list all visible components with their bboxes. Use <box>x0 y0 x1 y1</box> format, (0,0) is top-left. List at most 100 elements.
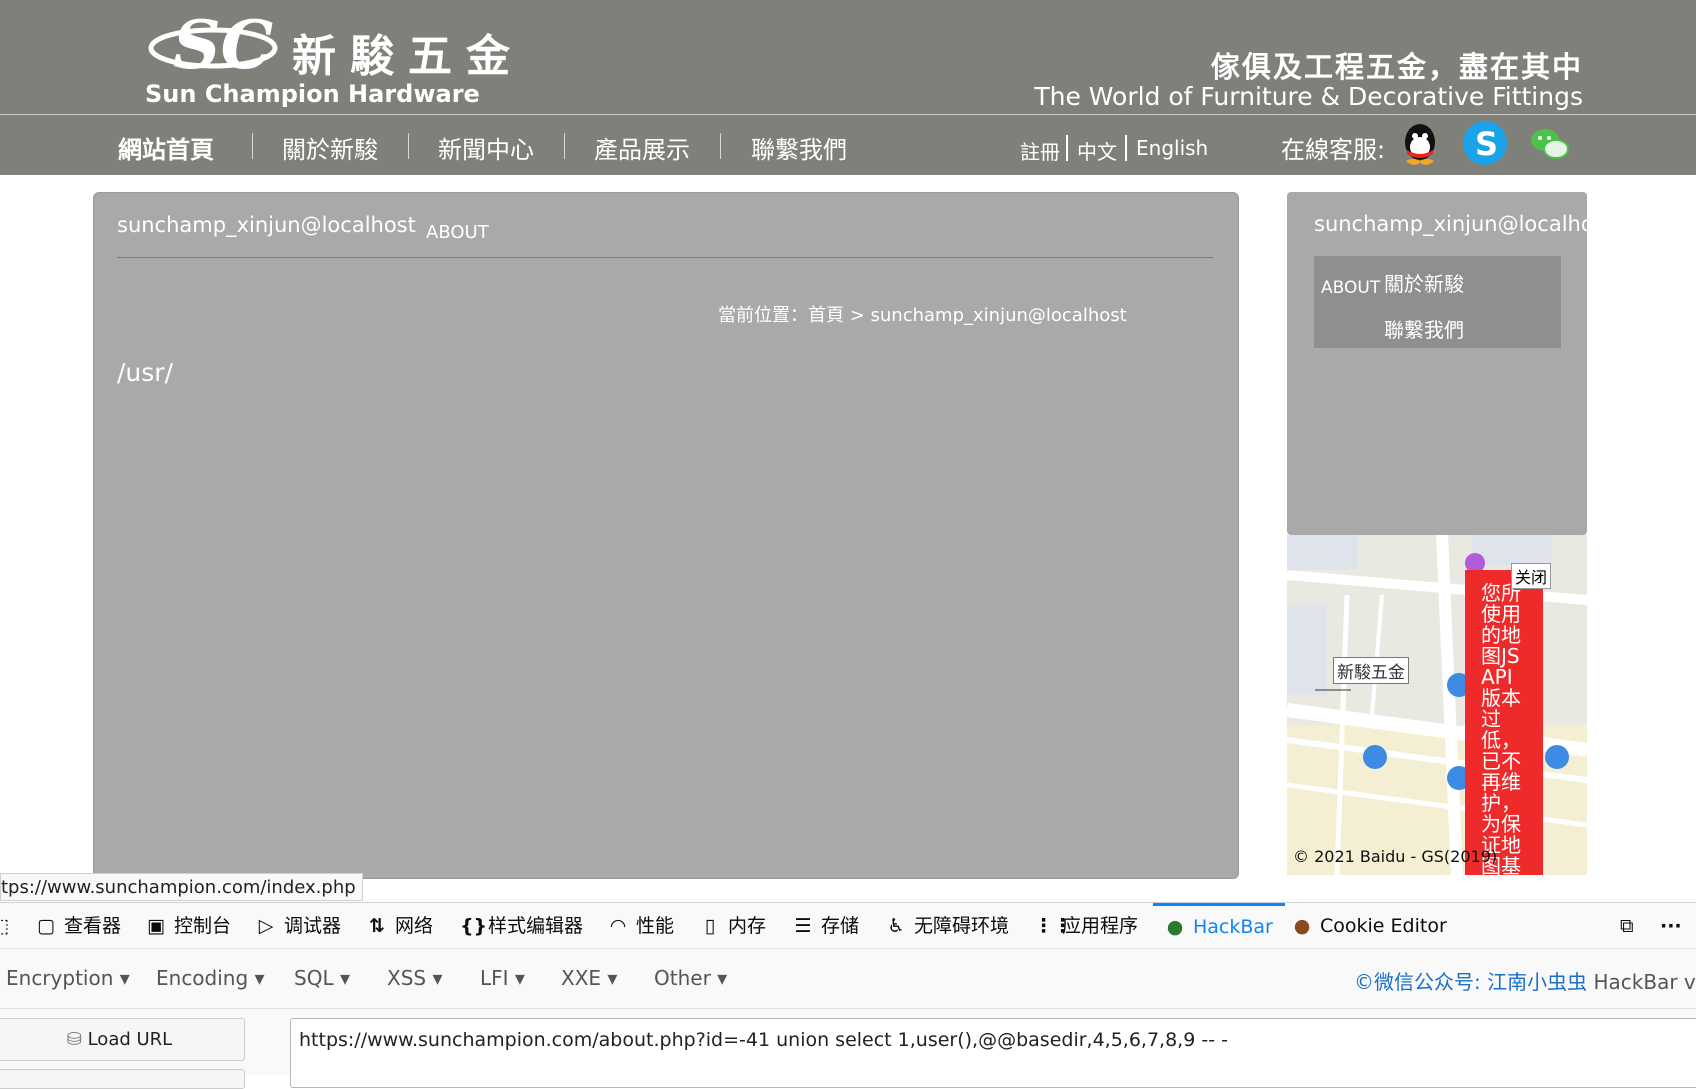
menu-label: XXE <box>561 966 602 990</box>
baidu-map[interactable]: 新駿五金 您所使用的地图JS API版本过低，已不再维护，为保证地图基 关闭 ©… <box>1287 535 1587 875</box>
load-url-icon: ⛁ <box>66 1029 82 1050</box>
nav-news[interactable]: 新聞中心 <box>438 130 534 165</box>
menu-sql[interactable]: SQL ▾ <box>294 966 350 990</box>
tab-inspector[interactable]: ▢ 查看器 <box>36 903 121 949</box>
main-title: sunchamp_xinjun@localhost <box>117 213 416 237</box>
tab-label: 调试器 <box>284 915 342 937</box>
map-warning-close-button[interactable]: 关闭 <box>1511 563 1552 589</box>
nav-products[interactable]: 產品展示 <box>594 130 690 165</box>
more-options-icon[interactable]: ··· <box>1660 903 1682 949</box>
map-marker-label[interactable]: 新駿五金 <box>1333 657 1409 684</box>
status-bar-url: tps://www.sunchampion.com/index.php <box>0 873 363 901</box>
hackbar-icon: ● <box>1166 916 1184 938</box>
hackbar-menu: Encryption ▾ Encoding ▾ SQL ▾ XSS ▾ LFI … <box>0 949 1696 1009</box>
tab-label: HackBar <box>1193 916 1273 938</box>
tab-console[interactable]: ▣ 控制台 <box>146 903 231 949</box>
credit-version: HackBar v <box>1593 970 1696 994</box>
tab-label: 查看器 <box>64 915 122 937</box>
register-link[interactable]: 註冊 <box>1020 136 1060 165</box>
map-copyright: © 2021 Baidu - GS(2019) <box>1293 847 1498 866</box>
wechat-icon[interactable] <box>1527 120 1573 166</box>
slogan-chinese: 傢俱及工程五金，盡在其中 <box>1210 50 1583 84</box>
accessibility-icon: ♿ <box>887 915 905 937</box>
memory-icon: ▯ <box>704 915 716 937</box>
nav-contact[interactable]: 聯繫我們 <box>751 130 847 165</box>
menu-label: SQL <box>294 966 334 990</box>
main-body-text: /usr/ <box>117 358 173 387</box>
menu-label: Encoding <box>156 966 249 990</box>
logo-emblem-icon[interactable]: SC <box>143 2 283 80</box>
breadcrumb[interactable]: 當前位置：首頁 > sunchamp_xinjun@localhost <box>718 301 1127 327</box>
tab-storage[interactable]: ☰ 存储 <box>793 903 859 949</box>
tab-label: Cookie Editor <box>1320 915 1447 937</box>
debugger-icon: ▷ <box>258 915 274 937</box>
tab-memory[interactable]: ▯ 内存 <box>700 903 766 949</box>
element-picker-icon[interactable]: ⬚ <box>0 903 18 949</box>
side-title: sunchamp_xinjun@localhost <box>1314 212 1613 236</box>
tab-label: 应用程序 <box>1062 915 1139 937</box>
qq-icon[interactable] <box>1397 120 1443 166</box>
load-url-button[interactable]: ⛁ Load URL <box>0 1018 245 1061</box>
tab-application[interactable]: ⋮⋮应用程序 <box>1034 903 1138 949</box>
main-about-label: ABOUT <box>426 222 489 243</box>
side-panel: sunchamp_xinjun@localhost ABOUT 關於新駿 聯繫我… <box>1287 192 1613 535</box>
logo-english-name: Sun Champion Hardware <box>145 80 480 108</box>
tab-performance[interactable]: ◠ 性能 <box>608 903 674 949</box>
menu-encryption[interactable]: Encryption ▾ <box>6 966 130 990</box>
menu-label: XSS <box>387 966 427 990</box>
performance-icon: ◠ <box>610 915 626 937</box>
tab-label: 无障碍环境 <box>914 915 1010 937</box>
tab-accessibility[interactable]: ♿ 无障碍环境 <box>886 903 1009 949</box>
lang-separator <box>1066 135 1068 161</box>
nav-about[interactable]: 關於新駿 <box>282 130 378 165</box>
menu-lfi[interactable]: LFI ▾ <box>480 966 525 990</box>
map-warning-banner: 您所使用的地图JS API版本过低，已不再维护，为保证地图基 <box>1465 570 1543 875</box>
application-icon: ⋮⋮ <box>1034 915 1072 937</box>
slogan-english: The World of Furniture & Decorative Fitt… <box>1034 82 1583 111</box>
site-header: SC 新駿五金 Sun Champion Hardware 傢俱及工程五金，盡在… <box>0 0 1696 175</box>
header-divider <box>0 114 1696 115</box>
nav-separator <box>720 133 721 159</box>
load-url-label: Load URL <box>87 1029 173 1050</box>
nav-separator <box>564 133 565 159</box>
tab-debugger[interactable]: ▷ 调试器 <box>256 903 341 949</box>
devtools-toolbar: ⬚ ▢ 查看器 ▣ 控制台 ▷ 调试器 ⇅ 网络 {}样式编辑器 ◠ 性能 ▯ 内存 ☰ 存储… <box>0 903 1696 949</box>
menu-other[interactable]: Other ▾ <box>654 966 727 990</box>
svg-text:S: S <box>1475 125 1498 163</box>
menu-label: LFI <box>480 966 509 990</box>
skype-icon[interactable]: S <box>1462 120 1508 166</box>
nav-separator <box>252 133 253 159</box>
tab-cookie-editor[interactable]: ● Cookie Editor <box>1292 903 1447 949</box>
tab-network[interactable]: ⇅ 网络 <box>367 903 433 949</box>
lang-separator <box>1125 135 1127 161</box>
lang-chinese-link[interactable]: 中文 <box>1077 136 1117 165</box>
svg-text:SC: SC <box>173 6 273 80</box>
side-about-label: ABOUT <box>1321 278 1381 298</box>
menu-xss[interactable]: XSS ▾ <box>387 966 443 990</box>
console-icon: ▣ <box>147 915 165 937</box>
nav-home[interactable]: 網站首頁 <box>118 130 214 165</box>
side-menu: ABOUT 關於新駿 聯繫我們 <box>1314 256 1561 348</box>
tab-style-editor[interactable]: {}样式编辑器 <box>460 903 583 949</box>
menu-label: Other <box>654 966 711 990</box>
side-link-contact[interactable]: 聯繫我們 <box>1384 314 1464 343</box>
split-url-button[interactable] <box>0 1069 245 1089</box>
tab-label: 存储 <box>821 915 860 937</box>
credit-link[interactable]: ©微信公众号: 江南小虫虫 <box>1354 970 1587 994</box>
tab-label: 内存 <box>728 915 767 937</box>
responsive-mode-icon[interactable]: ⧉ <box>1620 903 1634 949</box>
tab-label: 网络 <box>395 915 434 937</box>
tab-label: 样式编辑器 <box>488 915 584 937</box>
hackbar-credit: ©微信公众号: 江南小虫虫 HackBar v <box>1354 966 1696 995</box>
menu-encoding[interactable]: Encoding ▾ <box>156 966 265 990</box>
hackbar-url-input[interactable]: https://www.sunchampion.com/about.php?id… <box>290 1018 1696 1088</box>
tab-hackbar[interactable]: ● HackBar <box>1153 903 1285 949</box>
menu-label: Encryption <box>6 966 114 990</box>
side-link-about[interactable]: 關於新駿 <box>1384 268 1464 297</box>
cookie-icon: ● <box>1293 915 1311 937</box>
network-icon: ⇅ <box>369 915 385 937</box>
lang-english-link[interactable]: English <box>1136 136 1208 160</box>
inspector-icon: ▢ <box>37 915 55 937</box>
menu-xxe[interactable]: XXE ▾ <box>561 966 617 990</box>
storage-icon: ☰ <box>794 915 812 937</box>
